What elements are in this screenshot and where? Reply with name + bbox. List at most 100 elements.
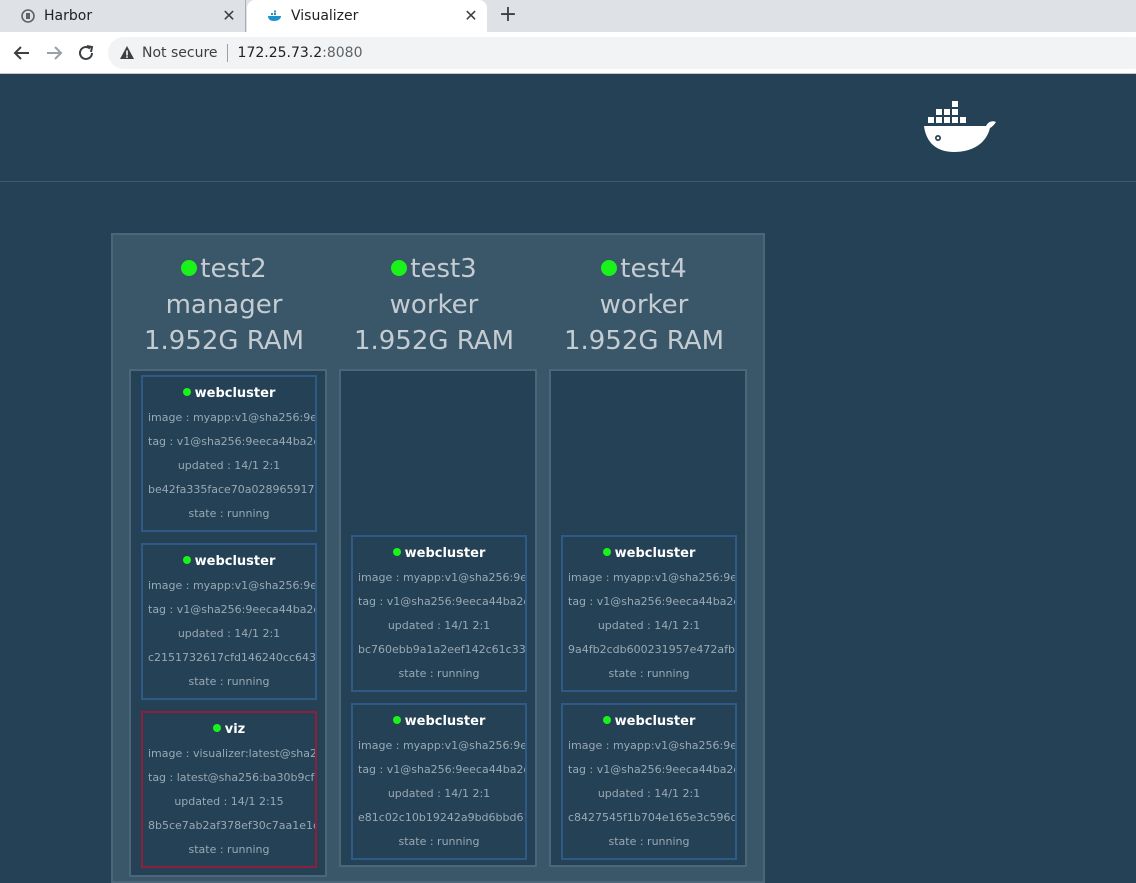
tab-visualizer[interactable]: Visualizer ✕ [247,0,487,32]
tab-title: Visualizer [291,8,359,24]
container-name: webcluster [614,714,696,729]
status-dot-icon [212,724,221,732]
container-card-viz[interactable]: viz image : visualizer:latest@sha256:ba3… [141,711,317,868]
node-name: test4 [620,254,687,284]
back-arrow-icon [13,46,29,60]
container-id: 8b5ce7ab2af378ef30c7aa1e1cbd4eb [148,819,315,832]
node-role: manager [165,290,283,320]
status-dot-icon [601,260,618,276]
container-updated: updated : 14/1 2:1 [597,619,701,632]
container-name: webcluster [194,386,276,401]
close-tab-icon[interactable]: ✕ [463,8,479,24]
container-name: webcluster [194,554,276,569]
reload-icon [79,45,94,60]
container-card[interactable]: webcluster image : myapp:v1@sha256:9eeca… [561,535,737,692]
container-card[interactable]: webcluster image : myapp:v1@sha256:9eeca… [351,703,527,860]
container-image: image : myapp:v1@sha256:9eeca44b [568,739,735,752]
node-ram: 1.952G RAM [563,326,725,356]
back-button[interactable] [10,41,34,65]
docker-whale-icon [267,8,283,24]
node-column-test3: webcluster image : myapp:v1@sha256:9eeca… [339,369,537,867]
status-dot-icon [391,260,408,276]
container-card[interactable]: webcluster image : myapp:v1@sha256:9eeca… [141,543,317,700]
container-image: image : myapp:v1@sha256:9eeca44b [358,739,525,752]
container-image: image : myapp:v1@sha256:9eeca44b [568,571,735,584]
node-ram: 1.952G RAM [143,326,305,356]
container-id: 9a4fb2cdb600231957e472afb9054c [568,643,735,656]
browser-tab-bar: Harbor ✕ Visualizer ✕ + [0,0,1136,32]
node-role: worker [389,290,479,320]
tab-harbor[interactable]: Harbor ✕ [0,0,246,32]
status-dot-icon [182,388,191,396]
harbor-icon [20,8,36,24]
container-state: state : running [188,507,270,520]
swarm-cluster: test2 manager 1.952G RAM webcluster imag… [111,233,765,883]
status-dot-icon [602,548,611,556]
container-state: state : running [398,835,480,848]
container-id: c8427545f1b704e165e3c596ca932c [568,811,735,824]
container-image: image : myapp:v1@sha256:9eeca44b [148,411,315,424]
status-dot-icon [182,556,191,564]
url-host: 172.25.73.2 [237,45,323,61]
container-tag: tag : v1@sha256:9eeca44ba2d410e5 [568,595,735,608]
container-tag: tag : v1@sha256:9eeca44ba2d410e5 [148,603,315,616]
node-role: worker [599,290,689,320]
container-state: state : running [608,667,690,680]
node-ram: 1.952G RAM [353,326,515,356]
container-updated: updated : 14/1 2:1 [387,787,491,800]
container-card[interactable]: webcluster image : myapp:v1@sha256:9eeca… [561,703,737,860]
warning-icon [120,46,134,59]
close-tab-icon[interactable]: ✕ [221,8,237,24]
node-header-test4: test4 worker 1.952G RAM [539,251,749,359]
container-image: image : visualizer:latest@sha256:ba3 [148,747,315,760]
container-id: c2151732617cfd146240cc64389f499 [148,651,315,664]
container-name: viz [224,722,246,737]
container-tag: tag : v1@sha256:9eeca44ba2d410e5 [358,763,525,776]
tab-title: Harbor [44,8,93,24]
address-toolbar: Not secure 172.25.73.2:8080 [0,32,1136,74]
container-state: state : running [398,667,480,680]
container-updated: updated : 14/1 2:15 [174,795,284,808]
security-label: Not secure [142,45,218,61]
container-state: state : running [188,675,270,688]
divider [226,44,228,62]
container-updated: updated : 14/1 2:1 [387,619,491,632]
forward-button[interactable] [42,41,66,65]
container-tag: tag : v1@sha256:9eeca44ba2d410e5 [148,435,315,448]
container-updated: updated : 14/1 2:1 [177,459,281,472]
node-column-test2: webcluster image : myapp:v1@sha256:9eeca… [129,369,327,877]
container-name: webcluster [404,546,486,561]
container-tag: tag : v1@sha256:9eeca44ba2d410e5 [358,595,525,608]
status-dot-icon [392,716,401,724]
container-state: state : running [188,843,270,856]
container-card[interactable]: webcluster image : myapp:v1@sha256:9eeca… [141,375,317,532]
header-divider [0,181,1136,182]
container-tag: tag : v1@sha256:9eeca44ba2d410e5 [568,763,735,776]
docker-logo-icon [924,101,996,152]
url-port: :8080 [322,45,363,61]
container-updated: updated : 14/1 2:1 [597,787,701,800]
status-dot-icon [392,548,401,556]
container-id: be42fa335face70a028965917bb4dca [148,483,315,496]
container-id: e81c02c10b19242a9bd6bbd612b412 [358,811,525,824]
status-dot-icon [602,716,611,724]
container-state: state : running [608,835,690,848]
new-tab-button[interactable]: + [496,4,520,28]
container-image: image : myapp:v1@sha256:9eeca44b [358,571,525,584]
reload-button[interactable] [74,41,98,65]
container-name: webcluster [404,714,486,729]
container-updated: updated : 14/1 2:1 [177,627,281,640]
container-tag: tag : latest@sha256:ba30b9cfbd2a86 [148,771,315,784]
visualizer-page: test2 manager 1.952G RAM webcluster imag… [0,74,1136,883]
container-image: image : myapp:v1@sha256:9eeca44b [148,579,315,592]
node-column-test4: webcluster image : myapp:v1@sha256:9eeca… [549,369,747,867]
container-id: bc760ebb9a1a2eef142c61c330affdc [358,643,525,656]
forward-arrow-icon [47,46,63,60]
node-name: test3 [410,254,477,284]
url-bar[interactable]: Not secure 172.25.73.2:8080 [108,37,1136,69]
node-header-test2: test2 manager 1.952G RAM [119,251,329,359]
container-card[interactable]: webcluster image : myapp:v1@sha256:9eeca… [351,535,527,692]
status-dot-icon [181,260,198,276]
node-header-test3: test3 worker 1.952G RAM [329,251,539,359]
container-name: webcluster [614,546,696,561]
